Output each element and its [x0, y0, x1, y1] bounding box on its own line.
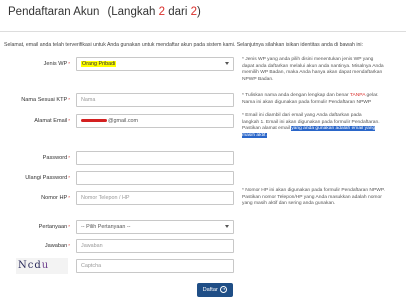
jawaban-label: Jawaban*	[44, 243, 70, 249]
chevron-down-icon	[225, 225, 229, 228]
page-title: Pendaftaran Akun (Langkah 2 dari 2)	[8, 6, 201, 18]
phone-input[interactable]: Nomor Telepon / HP	[76, 191, 234, 205]
jenis-wp-label: Jenis WP*	[43, 61, 70, 67]
password-input[interactable]	[76, 151, 234, 165]
arrow-right-circle-icon: ➜	[220, 286, 228, 294]
step-open: (Langkah	[107, 6, 156, 18]
captcha-image: Ncdu	[16, 258, 68, 274]
email-label: Alamat Email*	[34, 118, 70, 124]
jenis-wp-select[interactable]: Orang Pribadi	[76, 57, 234, 71]
intro-text: Selamat, email anda telah terverifikasi …	[4, 42, 364, 48]
captcha-input[interactable]: Captcha	[76, 259, 234, 273]
ulangi-password-label: Ulangi Password*	[25, 175, 70, 181]
phone-help: * Nomor HP ini akan digunakan pada formu…	[242, 188, 385, 207]
confirm-password-input[interactable]	[76, 171, 234, 185]
password-label: Password*	[42, 155, 70, 161]
email-help: * Email ini diambil dari email yang Anda…	[242, 113, 380, 138]
answer-input[interactable]: Jawaban	[76, 239, 234, 253]
nomor-hp-label: Nomor HP*	[41, 195, 70, 201]
email-field[interactable]: @gmail.com	[76, 114, 234, 128]
chevron-down-icon	[225, 62, 229, 65]
daftar-button[interactable]: Daftar ➜	[197, 283, 233, 297]
title-text: Pendaftaran Akun	[8, 6, 100, 18]
nama-label: Nama Sesuai KTP*	[21, 97, 70, 103]
step-current: 2	[158, 6, 166, 18]
step-close: )	[197, 6, 201, 18]
nama-help: * Tuliskan nama anda dengan lengkap dan …	[242, 93, 379, 105]
redaction-mark	[81, 119, 107, 123]
title-divider	[0, 31, 406, 32]
step-of: dari	[168, 6, 188, 18]
jenis-wp-help: * Jenis WP yang anda pilih disini menent…	[242, 57, 384, 82]
question-select[interactable]: -- Pilih Pertanyaan --	[76, 220, 234, 234]
jenis-wp-value: Orang Pribadi	[81, 61, 117, 67]
nama-input[interactable]: Nama	[76, 93, 234, 107]
pertanyaan-label: Pertanyaan*	[38, 224, 70, 230]
